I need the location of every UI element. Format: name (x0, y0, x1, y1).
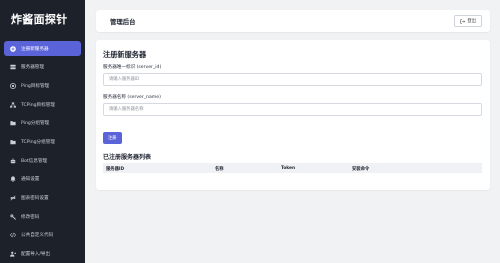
sidebar-item-tcping-groups[interactable]: TCPing分组管理 (4, 134, 81, 149)
register-button[interactable]: 注册 (103, 132, 122, 144)
sidebar-item-tcping-targets[interactable]: TCPing目标管理 (4, 97, 81, 112)
folder-icon (9, 119, 17, 127)
app-brand: 炸酱面探针 (11, 13, 68, 26)
sidebar-item-label: 服务器管理 (21, 65, 44, 71)
sidebar-item-config-import-export[interactable]: 配置导入/导出 (4, 247, 81, 262)
sidebar-item-ping-groups[interactable]: Ping分组管理 (4, 116, 81, 131)
sidebar-item-custom-code[interactable]: 公共自定义代码 (4, 228, 81, 243)
plus-circle-icon (9, 45, 17, 53)
server-icon (9, 63, 17, 71)
sidebar-nav: 注册新服务器 服务器管理 Ping目标管理 TCPing目标管理 Ping分组管… (0, 38, 85, 262)
register-section-title: 注册新服务器 (103, 50, 147, 59)
code-icon (9, 231, 17, 239)
sidebar-item-notifications[interactable]: 通知设置 (4, 172, 81, 187)
sidebar-item-ping-targets[interactable]: Ping目标管理 (4, 78, 81, 93)
sidebar-item-label: TCPing目标管理 (21, 102, 55, 108)
folder-icon (9, 138, 17, 146)
column-header-server-id: 服务器ID (106, 166, 125, 172)
sidebar-item-label: 配置导入/导出 (21, 252, 51, 258)
sidebar-item-label: Bot信息管理 (21, 158, 48, 164)
sidebar-item-label: 通知设置 (21, 177, 40, 183)
sidebar-item-label: 公共自定义代码 (21, 233, 54, 239)
logout-label: 登出 (467, 18, 476, 23)
sidebar-item-label: 注册新服务器 (21, 46, 49, 52)
robot-icon (9, 157, 17, 165)
server-id-input[interactable] (103, 73, 482, 86)
column-header-name: 名称 (215, 166, 224, 172)
server-id-label: 服务器唯一标识 (server_id) (103, 65, 162, 70)
top-header: 管理后台 登出 (96, 10, 490, 32)
user-import-icon (9, 250, 17, 258)
network-icon (9, 101, 17, 109)
page-title: 管理后台 (110, 17, 136, 26)
server-list-title: 已注册服务器列表 (103, 154, 152, 161)
sidebar-item-server-management[interactable]: 服务器管理 (4, 60, 81, 75)
server-table-header: 服务器ID 名称 Token 安装命令 (103, 163, 482, 173)
sidebar-item-bot-info[interactable]: Bot信息管理 (4, 153, 81, 168)
sidebar: 炸酱面探针 注册新服务器 服务器管理 Ping目标管理 TCPing目标管理 P… (0, 0, 85, 263)
bullseye-icon (9, 82, 17, 90)
logout-button[interactable]: 登出 (454, 15, 482, 27)
register-server-card: 注册新服务器 服务器唯一标识 (server_id) 服务器名称 (server… (96, 40, 490, 190)
column-header-install-command: 安装命令 (352, 166, 370, 172)
sidebar-item-label: TCPing分组管理 (21, 139, 55, 145)
eye-slash-icon (9, 194, 17, 202)
sidebar-item-label: Ping分组管理 (21, 121, 50, 127)
bell-icon (9, 175, 17, 183)
key-icon (9, 213, 17, 221)
sidebar-item-chart-password[interactable]: 图表密码设置 (4, 191, 81, 206)
sidebar-item-register-server[interactable]: 注册新服务器 (4, 41, 81, 56)
sidebar-item-label: 修改密码 (21, 214, 40, 220)
sidebar-item-change-password[interactable]: 修改密码 (4, 209, 81, 224)
server-name-label: 服务器名称 (server_name) (103, 95, 161, 100)
logout-icon (460, 18, 466, 24)
column-header-token: Token (281, 165, 296, 171)
sidebar-item-label: 图表密码设置 (21, 196, 49, 201)
sidebar-item-label: Ping目标管理 (21, 83, 50, 89)
server-name-input[interactable] (103, 103, 482, 116)
